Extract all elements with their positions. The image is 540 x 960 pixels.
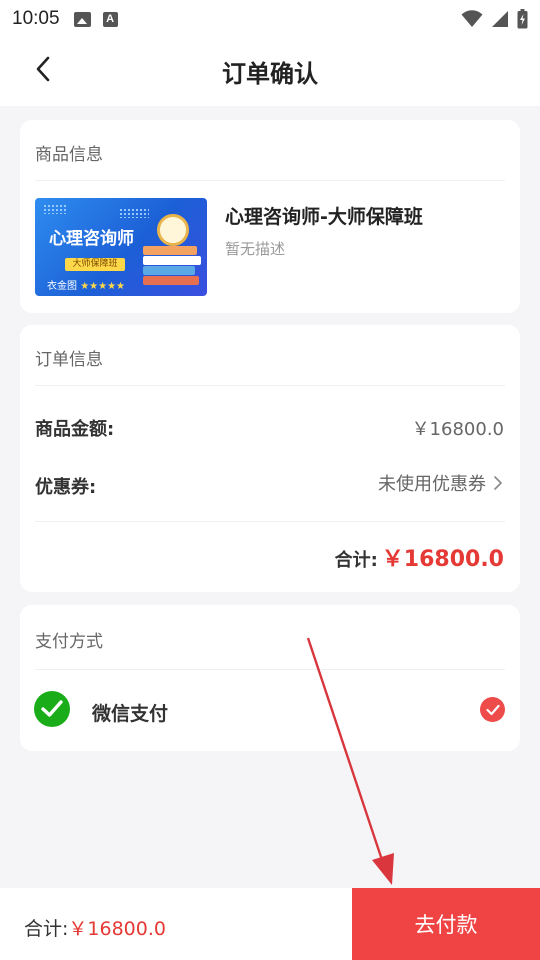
product-section-title: 商品信息 [35,145,103,165]
status-bar: 10:05 A [0,0,540,38]
order-section-title: 订单信息 [35,350,103,370]
bottom-total: 合计:￥16800.0 [24,914,166,941]
bottom-bar: 合计:￥16800.0 去付款 [0,888,540,960]
status-notification-icons: A [73,11,118,27]
wechat-pay-icon [34,691,70,727]
payment-section-title: 支付方式 [35,632,103,652]
status-system-icons [461,9,528,29]
coupon-label: 优惠券: [35,477,97,498]
payment-method-card: 支付方式 微信支付 [20,605,520,751]
total-amount: ￥16800.0 [381,547,504,572]
image-icon [73,11,91,27]
signal-icon [492,11,508,27]
battery-icon [517,9,528,29]
coupon-selector[interactable]: 未使用优惠券 [378,470,502,496]
divider [35,180,505,181]
coupon-value: 未使用优惠券 [378,474,486,495]
clock-icon [157,214,189,246]
wifi-icon [461,10,483,27]
divider [35,669,505,670]
amount-value: ￥16800.0 [411,419,504,440]
thumb-tag: 大师保障班 [65,258,125,271]
books-icon [143,246,201,286]
product-description: 暂无描述 [225,240,286,258]
thumb-brand: 衣金图 [47,281,77,292]
payment-method-name: 微信支付 [92,703,169,725]
divider [35,385,505,386]
payment-option-wechat[interactable]: 微信支付 [20,671,520,747]
a-icon: A [102,11,118,27]
bottom-total-label: 合计: [24,918,69,940]
nav-bar: 订单确认 [0,38,540,106]
amount-label: 商品金额: [35,419,115,440]
page-title: 订单确认 [222,60,318,88]
product-info-card: 商品信息 心理咨询师 大师保障班 衣金图 ★★★★★ 心理咨询师-大师保障班 暂… [20,120,520,313]
order-info-card: 订单信息 商品金额: ￥16800.0 优惠券: 未使用优惠券 合计: ￥168… [20,325,520,592]
thumb-title: 心理咨询师 [49,229,134,249]
pay-button[interactable]: 去付款 [352,888,540,960]
product-thumbnail[interactable]: 心理咨询师 大师保障班 衣金图 ★★★★★ [35,198,207,296]
bottom-total-amount: ￥16800.0 [68,918,166,940]
thumb-decoration [119,208,149,218]
thumb-decoration [43,204,67,214]
order-total: 合计: ￥16800.0 [335,541,504,573]
thumb-rating: 衣金图 ★★★★★ [47,277,125,292]
total-label: 合计: [334,550,378,571]
status-time: 10:05 [12,8,60,29]
chevron-right-icon [494,476,502,490]
check-icon[interactable] [480,697,505,722]
star-icon: ★★★★★ [80,281,126,292]
product-name: 心理咨询师-大师保障班 [225,206,423,228]
divider [35,521,505,522]
